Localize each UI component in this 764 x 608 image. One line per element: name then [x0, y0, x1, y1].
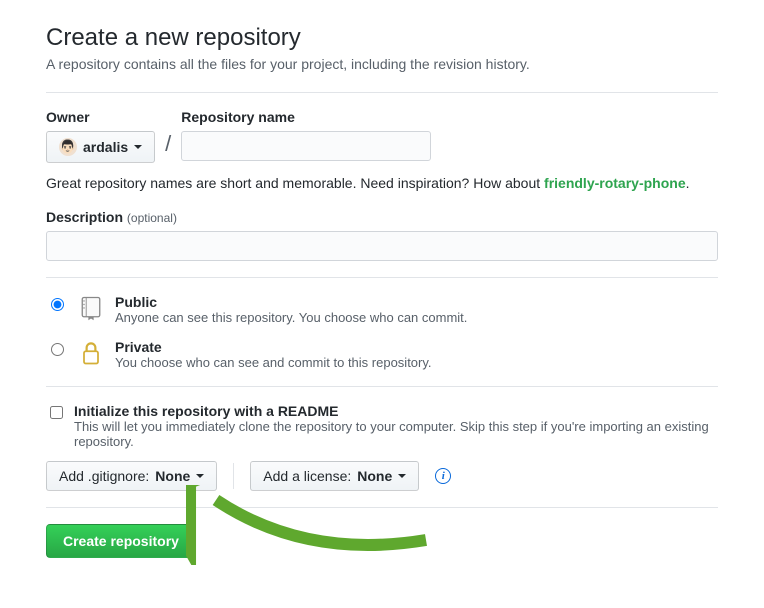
repo-name-label: Repository name: [181, 109, 431, 125]
description-input[interactable]: [46, 231, 718, 261]
owner-label: Owner: [46, 109, 155, 125]
page-subtitle: A repository contains all the files for …: [46, 56, 718, 72]
caret-icon: [196, 474, 204, 478]
annotation-arrow: [186, 485, 446, 565]
license-select[interactable]: Add a license: None: [250, 461, 419, 491]
repo-name-input[interactable]: [181, 131, 431, 161]
private-desc: You choose who can see and commit to thi…: [115, 355, 432, 370]
readme-desc: This will let you immediately clone the …: [74, 419, 718, 449]
page-title: Create a new repository: [46, 24, 718, 52]
gitignore-select[interactable]: Add .gitignore: None: [46, 461, 217, 491]
repo-name-suggestion[interactable]: friendly-rotary-phone: [544, 175, 686, 191]
owner-select[interactable]: 👨🏻 ardalis: [46, 131, 155, 163]
optional-label: (optional): [127, 211, 177, 225]
readme-title: Initialize this repository with a README: [74, 403, 718, 419]
readme-checkbox[interactable]: [50, 406, 63, 419]
visibility-public-radio[interactable]: [51, 298, 64, 311]
caret-icon: [398, 474, 406, 478]
avatar: 👨🏻: [59, 138, 77, 156]
visibility-private-radio[interactable]: [51, 343, 64, 356]
vertical-divider: [233, 463, 234, 489]
public-title: Public: [115, 294, 467, 310]
repo-name-hint: Great repository names are short and mem…: [46, 175, 718, 191]
owner-repo-separator: /: [165, 131, 171, 163]
divider: [46, 507, 718, 508]
caret-icon: [134, 145, 142, 149]
create-repository-button[interactable]: Create repository: [46, 524, 196, 558]
repo-public-icon: [77, 294, 105, 322]
license-help-icon[interactable]: i: [435, 468, 451, 484]
lock-icon: [77, 339, 105, 367]
public-desc: Anyone can see this repository. You choo…: [115, 310, 467, 325]
owner-username: ardalis: [83, 139, 128, 155]
divider: [46, 386, 718, 387]
description-label: Description (optional): [46, 209, 718, 225]
divider: [46, 277, 718, 278]
divider: [46, 92, 718, 93]
private-title: Private: [115, 339, 432, 355]
